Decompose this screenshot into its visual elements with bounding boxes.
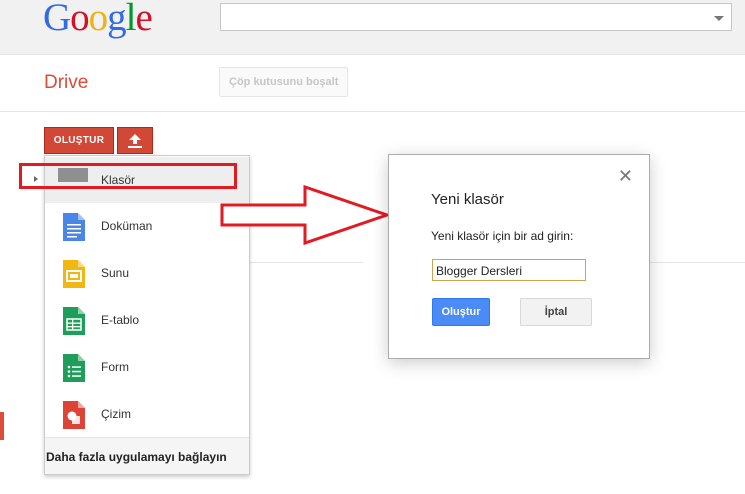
document-icon <box>63 213 85 241</box>
menu-item-drawing[interactable]: Çizim <box>45 392 249 438</box>
menu-item-label: Form <box>101 360 129 374</box>
menu-item-form[interactable]: Form <box>45 345 249 391</box>
logo-letter: o <box>88 0 108 39</box>
presentation-icon <box>63 260 85 288</box>
drawing-icon <box>63 401 85 429</box>
drive-header: Drive Çöp kutusunu boşalt <box>0 55 745 112</box>
create-folder-button[interactable]: Oluştur <box>432 298 490 326</box>
upload-icon <box>128 134 142 148</box>
logo-letter: g <box>107 0 126 39</box>
annotation-arrow-icon <box>220 184 392 246</box>
new-folder-dialog: ✕ Yeni klasör Yeni klasör için bir ad gi… <box>388 154 650 359</box>
search-input[interactable] <box>220 3 732 31</box>
menu-item-label: Çizim <box>101 407 131 421</box>
upload-button[interactable] <box>117 127 153 154</box>
annotation-highlight-box <box>19 163 237 189</box>
chevron-down-icon[interactable] <box>714 16 724 21</box>
create-button[interactable]: OLUŞTUR <box>44 127 114 154</box>
menu-item-spreadsheet[interactable]: E-tablo <box>45 298 249 344</box>
connect-more-apps[interactable]: Daha fazla uygulamayı bağlayın <box>45 437 249 474</box>
google-logo[interactable]: Google <box>43 0 153 42</box>
menu-item-label: Sunu <box>101 266 130 280</box>
dialog-title: Yeni klasör <box>431 191 504 208</box>
top-bar: Google <box>0 0 745 55</box>
logo-letter: o <box>70 0 89 39</box>
logo-letter: e <box>135 0 153 39</box>
divider <box>250 262 363 263</box>
dialog-prompt: Yeni klasör için bir ad girin: <box>431 229 574 243</box>
page-title[interactable]: Drive <box>44 72 88 94</box>
spreadsheet-icon <box>63 307 85 335</box>
logo-letter: G <box>43 0 71 39</box>
menu-item-label: Doküman <box>101 219 153 233</box>
logo-letter: l <box>125 0 137 39</box>
cancel-button[interactable]: İptal <box>520 298 592 326</box>
form-icon <box>63 354 85 382</box>
folder-name-input[interactable] <box>432 259 586 281</box>
empty-trash-button[interactable]: Çöp kutusunu boşalt <box>219 67 349 97</box>
close-icon[interactable]: ✕ <box>618 167 633 185</box>
left-edge-indicator <box>0 412 4 440</box>
connect-more-apps-label: Daha fazla uygulamayı bağlayın <box>46 450 227 464</box>
menu-item-presentation[interactable]: Sunu <box>45 251 249 297</box>
menu-item-label: E-tablo <box>101 313 140 327</box>
divider <box>650 262 745 263</box>
